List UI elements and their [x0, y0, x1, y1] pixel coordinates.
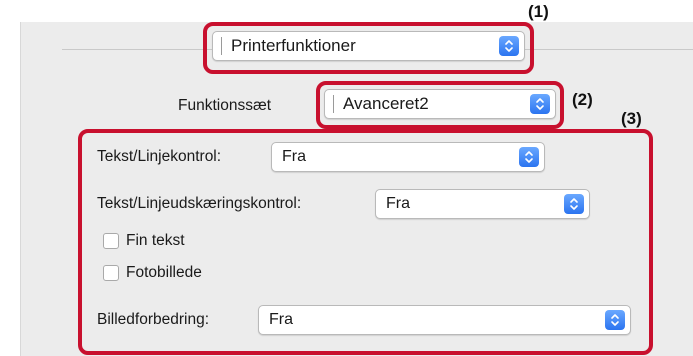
callout-marker-1: (1) [528, 2, 549, 21]
photo-label: Fotobillede [126, 264, 202, 281]
chevron-updown-icon [605, 310, 625, 330]
callout-marker-3: (3) [621, 109, 642, 128]
text-line-control-value: Fra [282, 148, 306, 165]
image-enhancement-value: Fra [269, 311, 293, 328]
photo-checkbox[interactable] [103, 265, 119, 281]
chevron-updown-icon [519, 147, 539, 167]
chevron-updown-icon [564, 194, 584, 214]
text-line-control-label: Tekst/Linjekontrol: [97, 148, 222, 165]
callout-marker-2: (2) [572, 90, 593, 109]
text-line-cut-control-value: Fra [386, 195, 410, 212]
text-line-cut-control-label: Tekst/Linjeudskæringskontrol: [97, 195, 302, 212]
panel-select-popup[interactable]: Printerfunktioner [212, 31, 525, 61]
feature-set-select[interactable]: Avanceret2 [324, 89, 556, 119]
image-enhancement-label: Billedforbedring: [97, 311, 210, 328]
image-enhancement-select[interactable]: Fra [258, 305, 631, 335]
chevron-updown-icon [499, 36, 519, 56]
chevron-updown-icon [530, 94, 550, 114]
panel-select-value: Printerfunktioner [231, 36, 356, 55]
feature-set-label: Funktionssæt [178, 97, 272, 114]
photo-option[interactable]: Fotobillede [103, 264, 202, 282]
fine-text-label: Fin tekst [126, 232, 185, 249]
fine-text-option[interactable]: Fin tekst [103, 232, 185, 250]
text-line-control-select[interactable]: Fra [271, 142, 545, 172]
fine-text-checkbox[interactable] [103, 233, 119, 249]
text-line-cut-control-select[interactable]: Fra [375, 189, 590, 219]
feature-set-value: Avanceret2 [343, 94, 429, 113]
